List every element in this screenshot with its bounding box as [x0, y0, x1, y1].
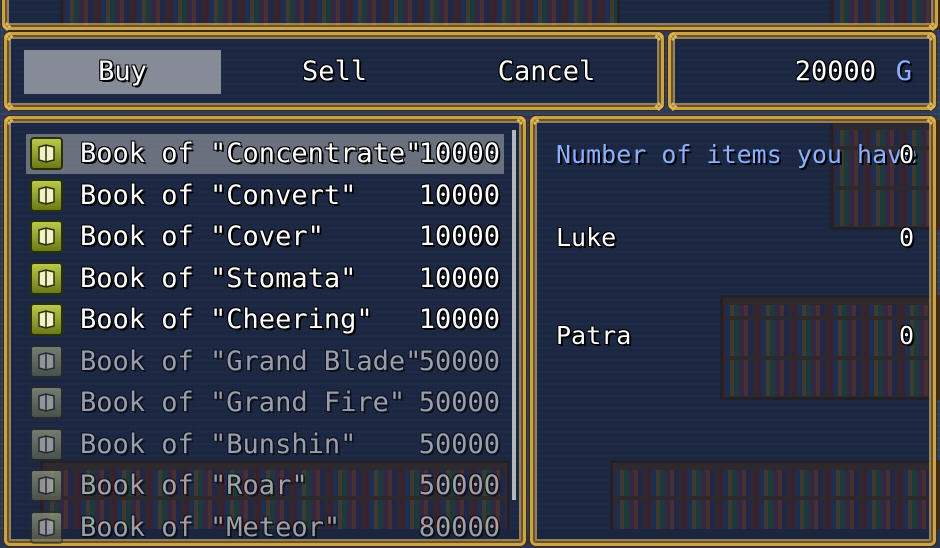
item-name: Book of "Grand Blade": [80, 345, 422, 377]
ornament-icon: ❖: [926, 26, 936, 45]
book-icon: [30, 178, 63, 212]
book-icon: [30, 303, 63, 336]
ornament-icon: ❖: [926, 110, 936, 129]
item-row[interactable]: Book of "Bunshin" 50000: [26, 425, 504, 465]
item-name: Book of "Grand Fire": [80, 387, 406, 418]
ornament-icon: ❖: [530, 110, 540, 129]
book-icon: [30, 427, 63, 461]
item-name: Book of "Roar": [80, 470, 308, 501]
book-icon: [30, 261, 63, 295]
ornament-icon: ❖: [668, 96, 678, 115]
item-row[interactable]: Book of "Cheering" 10000: [26, 300, 504, 340]
item-price: 50000: [418, 345, 500, 377]
item-price: 10000: [418, 179, 500, 211]
item-row[interactable]: Book of "Convert" 10000: [26, 176, 504, 216]
item-name: Book of "Cover": [80, 221, 324, 252]
possession-label: Number of items you have: [556, 140, 918, 169]
help-window: ❖ ❖ pppp: [2, 0, 938, 34]
item-price: 80000: [418, 511, 500, 543]
item-name: Book of "Bunshin": [80, 428, 357, 460]
scrollbar[interactable]: [512, 130, 516, 500]
item-price: 50000: [418, 470, 500, 501]
item-price: 10000: [418, 221, 500, 252]
item-row[interactable]: Book of "Roar" 50000: [26, 466, 504, 506]
book-icon: [30, 510, 63, 544]
item-row[interactable]: Book of "Meteor" 80000: [26, 508, 504, 548]
gold-unit: G: [895, 56, 912, 87]
ornament-icon: ❖: [4, 26, 14, 45]
item-row[interactable]: Book of "Stomata" 10000: [26, 259, 504, 299]
item-row[interactable]: Book of "Grand Blade" 50000: [26, 342, 504, 382]
actor-name: Luke: [556, 223, 617, 252]
book-icon: [30, 386, 63, 419]
ornament-icon: ❖: [4, 110, 14, 129]
actor-item-count: 0: [898, 223, 914, 252]
actor-name: Patra: [556, 321, 632, 350]
gold-amount: 20000: [794, 56, 876, 87]
item-row[interactable]: Book of "Grand Fire" 50000: [26, 383, 504, 423]
ornament-icon: ❖: [668, 26, 678, 45]
actor-item-count: 0: [898, 321, 914, 350]
item-price: 50000: [418, 387, 500, 418]
item-name: Book of "Cheering": [80, 304, 373, 335]
item-name: Book of "Stomata": [80, 262, 357, 294]
item-row[interactable]: Book of "Cover" 10000: [26, 217, 504, 257]
book-icon: [30, 344, 63, 378]
book-icon: [30, 220, 63, 253]
possession-value: 0: [898, 140, 914, 169]
item-price: 10000: [418, 262, 500, 294]
item-name: Book of "Concentrate": [80, 138, 422, 169]
book-icon: [30, 137, 63, 170]
item-price: 10000: [418, 138, 500, 169]
sell-command[interactable]: Sell: [236, 50, 433, 94]
buy-command[interactable]: Buy: [24, 50, 221, 94]
item-price: 10000: [418, 304, 500, 335]
item-name: Book of "Convert": [80, 179, 357, 211]
item-name: Book of "Meteor": [80, 511, 341, 543]
item-price: 50000: [418, 428, 500, 460]
item-row[interactable]: Book of "Concentrate" 10000: [26, 134, 504, 174]
cancel-command[interactable]: Cancel: [448, 50, 645, 94]
book-icon: [30, 469, 63, 502]
